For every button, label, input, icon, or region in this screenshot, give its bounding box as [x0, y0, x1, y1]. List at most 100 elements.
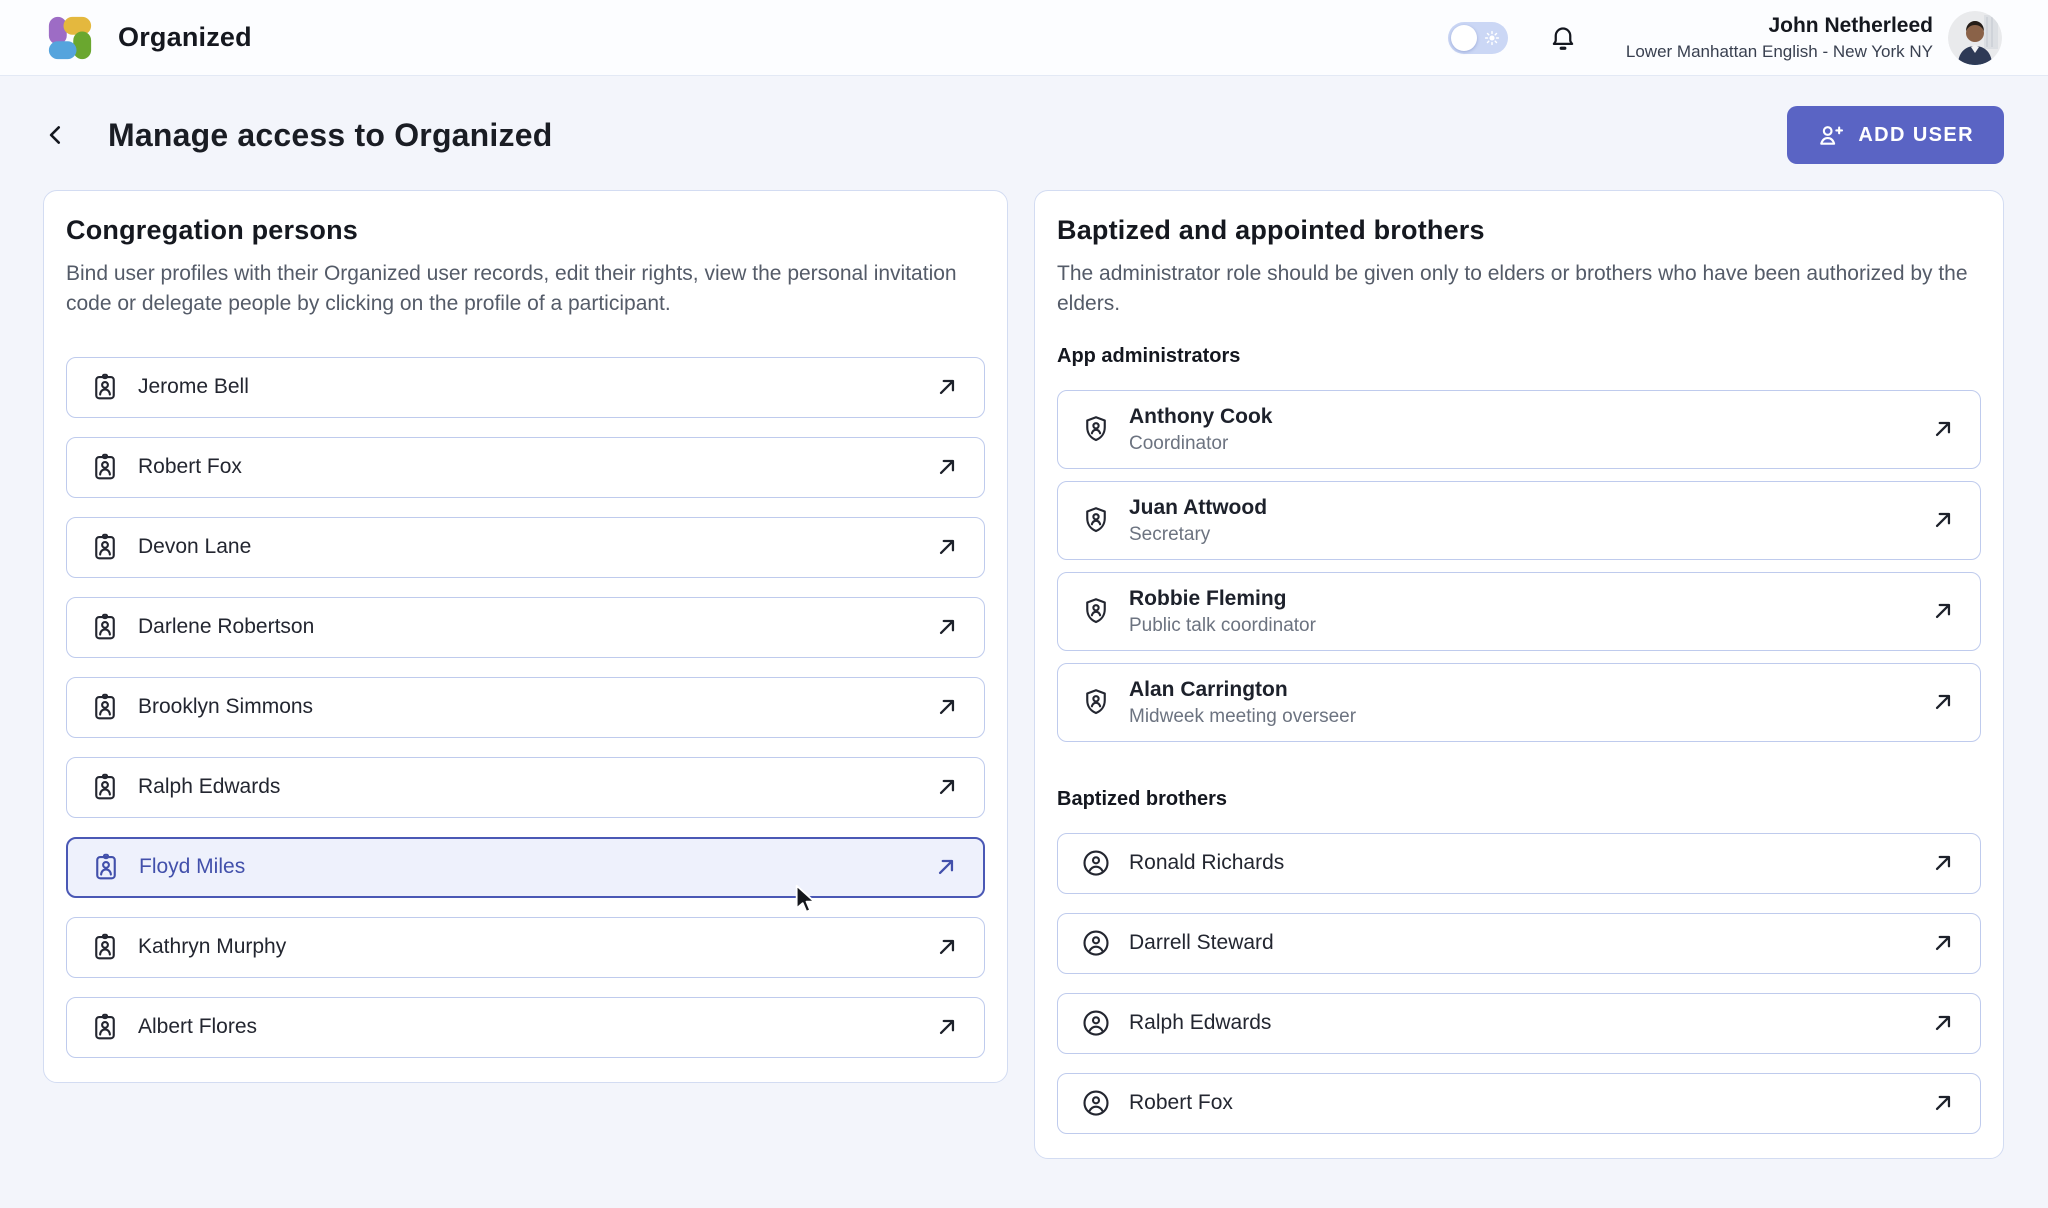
- person-row[interactable]: Devon Lane: [66, 517, 985, 578]
- id-badge-icon: [89, 531, 121, 563]
- person-role: Coordinator: [1129, 433, 1272, 455]
- title-row: Manage access to Organized ADD USER: [43, 106, 2004, 164]
- person-role: Midweek meeting overseer: [1129, 706, 1356, 728]
- shield-person-icon: [1080, 595, 1112, 627]
- user-menu[interactable]: John Netherleed Lower Manhattan English …: [1626, 11, 2002, 65]
- person-row[interactable]: Floyd Miles: [66, 837, 985, 898]
- person-row[interactable]: Robert Fox: [66, 437, 985, 498]
- arrow-up-right-icon: [933, 854, 959, 880]
- person-name: Floyd Miles: [139, 854, 245, 880]
- arrow-up-right-icon: [1930, 598, 1956, 624]
- section-row-list: Anthony Cook Coordinator Juan Attwood Se…: [1057, 390, 1981, 742]
- person-row[interactable]: Alan Carrington Midweek meeting overseer: [1057, 663, 1981, 742]
- person-row[interactable]: Darrell Steward: [1057, 913, 1981, 974]
- top-bar: Organized John Netherleed Lower Manhatta…: [0, 0, 2048, 76]
- id-badge-icon: [89, 771, 121, 803]
- congregation-persons-list: Jerome Bell Robert Fox Devon Lane: [66, 357, 985, 1058]
- id-badge-icon: [89, 691, 121, 723]
- app-name: Organized: [118, 22, 252, 53]
- organized-logo-icon: [44, 12, 96, 64]
- person-row[interactable]: Albert Flores: [66, 997, 985, 1058]
- arrow-up-right-icon: [1930, 850, 1956, 876]
- section-row-list: Ronald Richards Darrell Steward Ralph Ed…: [1057, 833, 1981, 1134]
- brand: Organized: [44, 12, 252, 64]
- right-card-title: Baptized and appointed brothers: [1057, 215, 1981, 246]
- shield-person-icon: [1080, 504, 1112, 536]
- person-plus-icon: [1817, 122, 1844, 149]
- person-circle-icon: [1080, 927, 1112, 959]
- person-name: Robert Fox: [138, 454, 242, 480]
- person-name: Ralph Edwards: [138, 774, 280, 800]
- person-row[interactable]: Robert Fox: [1057, 1073, 1981, 1134]
- person-row[interactable]: Darlene Robertson: [66, 597, 985, 658]
- section-label: App administrators: [1057, 345, 1981, 368]
- id-badge-icon: [90, 851, 122, 883]
- person-name: Jerome Bell: [138, 374, 249, 400]
- theme-toggle[interactable]: [1448, 22, 1508, 54]
- add-user-button[interactable]: ADD USER: [1787, 106, 2004, 164]
- user-congregation: Lower Manhattan English - New York NY: [1626, 42, 1933, 62]
- arrow-up-right-icon: [934, 1014, 960, 1040]
- sun-icon: [1483, 29, 1501, 47]
- person-name: Albert Flores: [138, 1014, 257, 1040]
- left-card-title: Congregation persons: [66, 215, 985, 246]
- arrow-up-right-icon: [1930, 416, 1956, 442]
- person-role: Public talk coordinator: [1129, 615, 1316, 637]
- person-row[interactable]: Ralph Edwards: [66, 757, 985, 818]
- id-badge-icon: [89, 611, 121, 643]
- person-name: Devon Lane: [138, 534, 251, 560]
- person-row[interactable]: Robbie Fleming Public talk coordinator: [1057, 572, 1981, 651]
- person-circle-icon: [1080, 1087, 1112, 1119]
- person-row[interactable]: Juan Attwood Secretary: [1057, 481, 1981, 560]
- arrow-up-right-icon: [934, 374, 960, 400]
- person-row[interactable]: Kathryn Murphy: [66, 917, 985, 978]
- shield-person-icon: [1080, 686, 1112, 718]
- person-name: Alan Carrington: [1129, 677, 1356, 703]
- person-name: Brooklyn Simmons: [138, 694, 313, 720]
- person-row[interactable]: Ralph Edwards: [1057, 993, 1981, 1054]
- person-role: Secretary: [1129, 524, 1267, 546]
- arrow-up-right-icon: [1930, 507, 1956, 533]
- id-badge-icon: [89, 1011, 121, 1043]
- person-row[interactable]: Jerome Bell: [66, 357, 985, 418]
- person-row[interactable]: Anthony Cook Coordinator: [1057, 390, 1981, 469]
- left-card-description: Bind user profiles with their Organized …: [66, 259, 985, 319]
- toggle-knob: [1451, 25, 1477, 51]
- arrow-up-right-icon: [934, 534, 960, 560]
- arrow-up-right-icon: [934, 934, 960, 960]
- arrow-up-right-icon: [1930, 689, 1956, 715]
- right-card-sections: App administrators Anthony Cook Coordina…: [1057, 345, 1981, 1134]
- user-text: John Netherleed Lower Manhattan English …: [1626, 13, 1933, 61]
- arrow-up-right-icon: [934, 454, 960, 480]
- main-content: Manage access to Organized ADD USER Cong…: [0, 106, 2048, 1159]
- bell-icon: [1548, 22, 1578, 54]
- person-name: Juan Attwood: [1129, 495, 1267, 521]
- arrow-up-right-icon: [1930, 1010, 1956, 1036]
- avatar[interactable]: [1948, 11, 2002, 65]
- id-badge-icon: [89, 451, 121, 483]
- person-name: Ronald Richards: [1129, 850, 1284, 876]
- page-title: Manage access to Organized: [108, 117, 552, 154]
- id-badge-icon: [89, 371, 121, 403]
- person-name: Anthony Cook: [1129, 404, 1272, 430]
- congregation-persons-card: Congregation persons Bind user profiles …: [43, 190, 1008, 1083]
- arrow-up-right-icon: [934, 614, 960, 640]
- person-row[interactable]: Brooklyn Simmons: [66, 677, 985, 738]
- notifications-button[interactable]: [1546, 20, 1580, 56]
- arrow-up-right-icon: [934, 774, 960, 800]
- id-badge-icon: [89, 931, 121, 963]
- user-name: John Netherleed: [1626, 13, 1933, 39]
- person-circle-icon: [1080, 1007, 1112, 1039]
- person-row[interactable]: Ronald Richards: [1057, 833, 1981, 894]
- person-name: Robert Fox: [1129, 1090, 1233, 1116]
- chevron-left-icon: [43, 120, 69, 150]
- arrow-up-right-icon: [1930, 1090, 1956, 1116]
- add-user-label: ADD USER: [1858, 124, 1974, 147]
- user-photo-avatar: [1948, 11, 2002, 65]
- person-name: Robbie Fleming: [1129, 586, 1316, 612]
- person-name: Darrell Steward: [1129, 930, 1274, 956]
- back-button[interactable]: [43, 113, 79, 157]
- shield-person-icon: [1080, 413, 1112, 445]
- person-name: Ralph Edwards: [1129, 1010, 1271, 1036]
- section-label: Baptized brothers: [1057, 788, 1981, 811]
